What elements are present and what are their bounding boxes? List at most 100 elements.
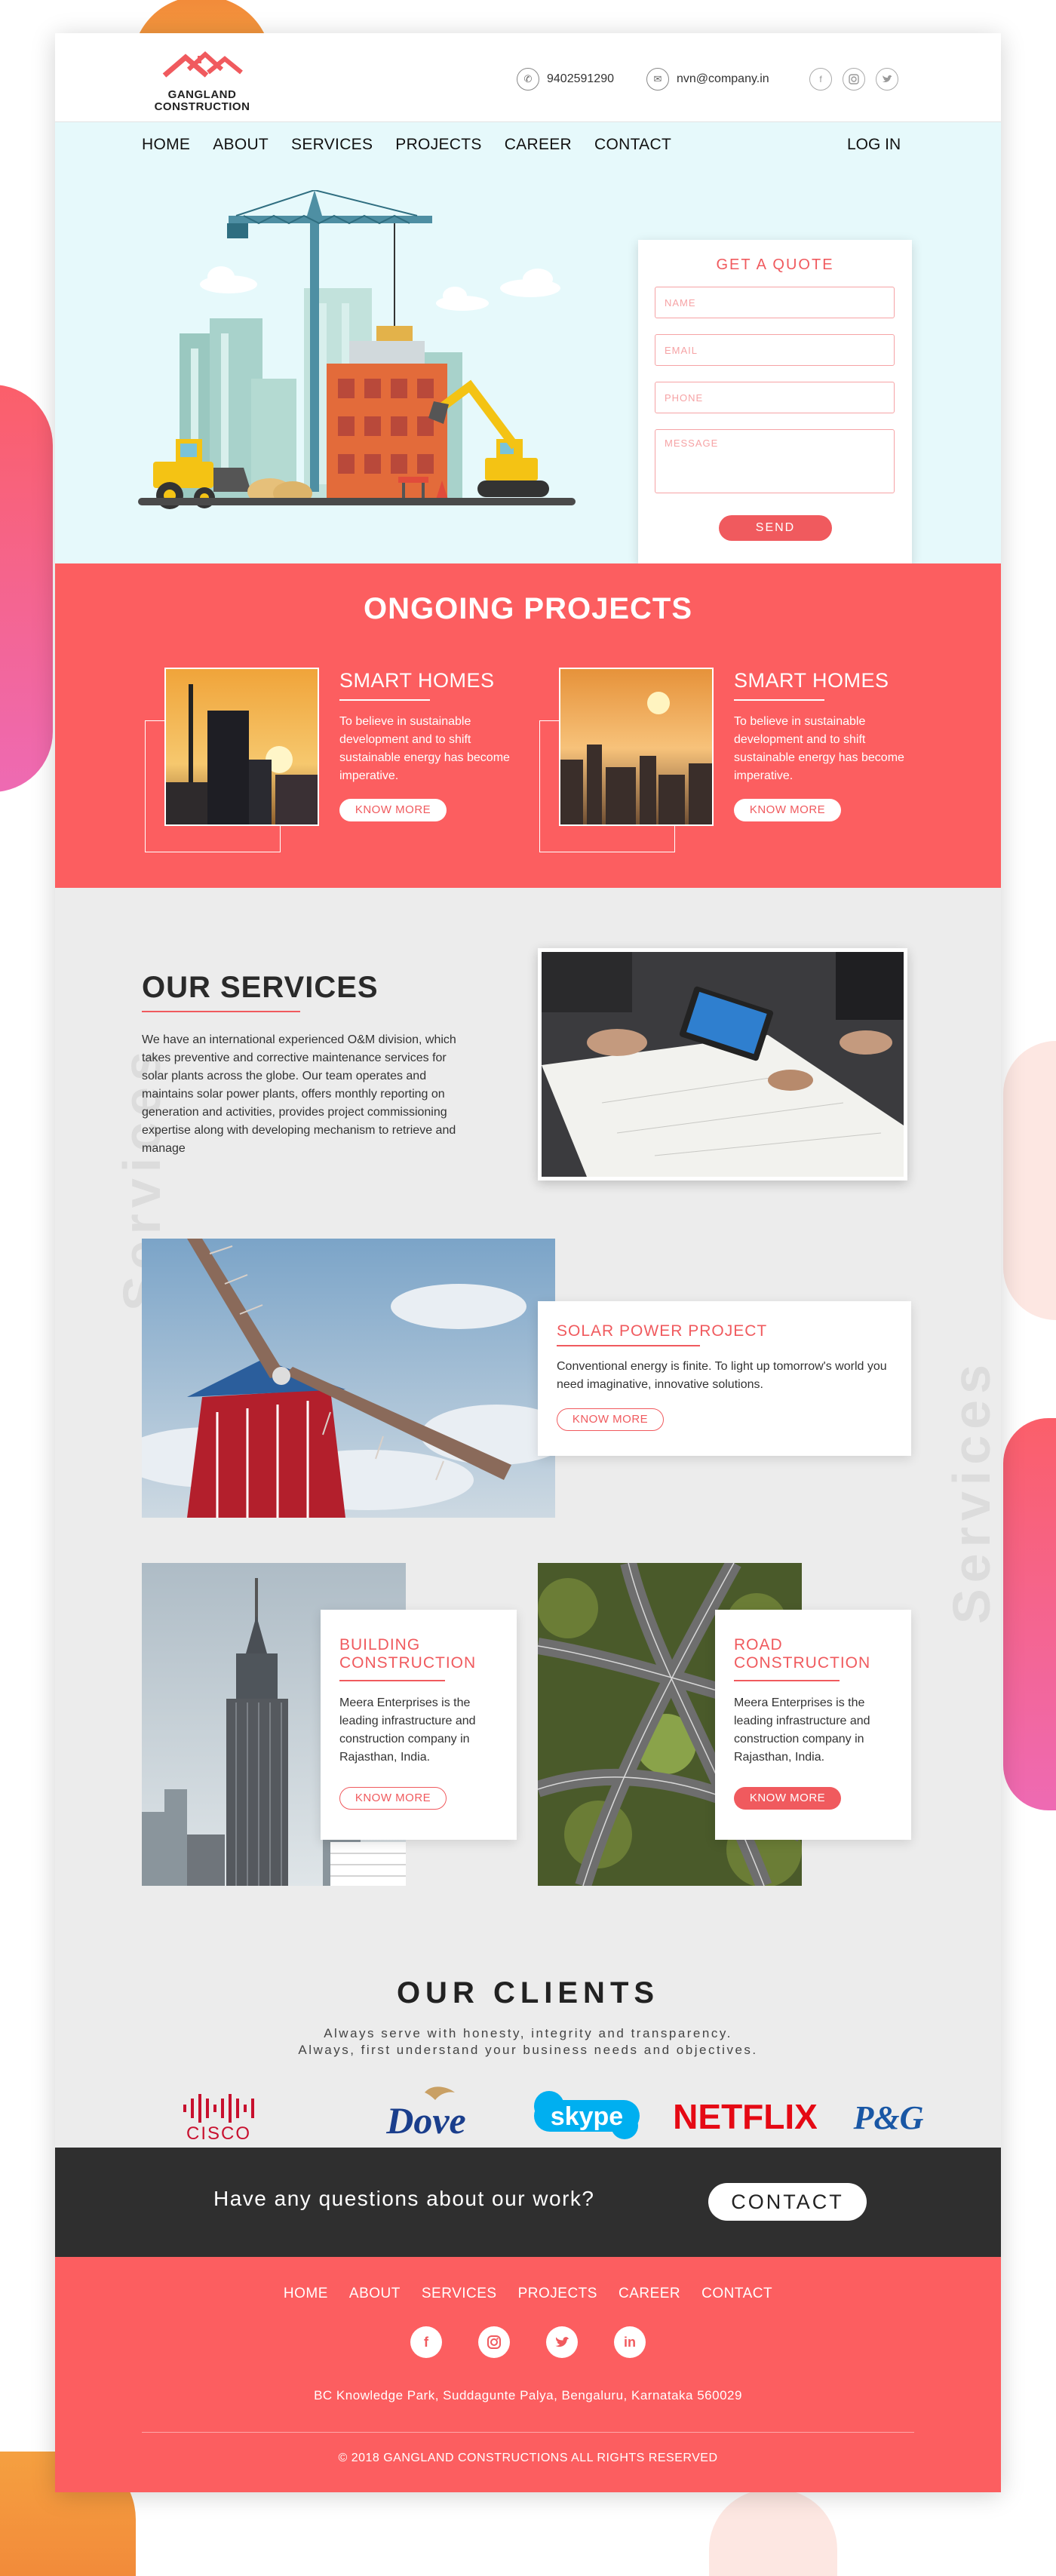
pg-logo: P&G — [851, 2083, 934, 2144]
title-underline — [734, 699, 824, 701]
know-more-button[interactable]: KNOW MORE — [734, 1787, 841, 1810]
contact-button[interactable]: CONTACT — [708, 2183, 867, 2221]
know-more-button[interactable]: KNOW MORE — [339, 799, 447, 821]
netflix-wordmark: NETFLIX — [674, 2097, 817, 2136]
brand-name-line: CONSTRUCTION — [154, 100, 250, 113]
facebook-icon[interactable]: f — [410, 2326, 442, 2358]
house-roof-icon — [162, 51, 243, 78]
title-underline — [557, 1345, 700, 1346]
netflix-logo: NETFLIX — [673, 2083, 818, 2144]
contact-cta-section: Have any questions about our work? CONTA… — [55, 2148, 1001, 2257]
mail-icon: ✉ — [646, 68, 669, 91]
title-underline — [142, 1011, 300, 1012]
skype-wordmark: skype — [551, 2102, 623, 2131]
card-title-line: CONSTRUCTION — [339, 1654, 477, 1672]
clients-subtitle-line: Always, first understand your business n… — [298, 2043, 758, 2057]
windmill-photo — [142, 1239, 555, 1518]
ongoing-projects-section: ONGOING PROJECTS SMART HOMES To believe … — [55, 563, 1001, 888]
website-mockup: GANGLAND CONSTRUCTION ✆ 9402591290 ✉ nvn… — [55, 33, 1001, 2492]
cta-question: Have any questions about our work? — [213, 2187, 595, 2210]
decor-shape — [1003, 1418, 1056, 1810]
card-title: BUILDING CONSTRUCTION — [339, 1636, 476, 1672]
solar-power-card: SOLAR POWER PROJECT Conventional energy … — [538, 1301, 911, 1456]
brand-name-line: GANGLAND — [167, 88, 237, 101]
name-field[interactable] — [655, 287, 895, 318]
project-photo — [164, 668, 319, 826]
email-field[interactable] — [655, 334, 895, 366]
quote-title: GET A QUOTE — [716, 256, 834, 273]
phone-field[interactable] — [655, 382, 895, 413]
linkedin-icon[interactable]: in — [614, 2326, 646, 2358]
login-link[interactable]: LOG IN — [847, 136, 901, 154]
decor-shape — [709, 2489, 837, 2576]
instagram-icon[interactable] — [478, 2326, 510, 2358]
nav-contact[interactable]: CONTACT — [594, 136, 671, 154]
footer-nav-career[interactable]: CAREER — [619, 2286, 680, 2302]
email-address: nvn@company.in — [677, 72, 769, 85]
quote-form: GET A QUOTE SEND — [638, 240, 912, 564]
know-more-button[interactable]: KNOW MORE — [339, 1787, 447, 1810]
facebook-icon[interactable]: f — [809, 68, 832, 91]
title-underline — [339, 1680, 445, 1681]
card-title: ROAD CONSTRUCTION — [734, 1636, 870, 1672]
project-description: To believe in sustainable development an… — [339, 715, 510, 782]
card-title-line: CONSTRUCTION — [734, 1654, 871, 1672]
instagram-icon[interactable] — [843, 68, 865, 91]
nav-career[interactable]: CAREER — [505, 136, 572, 154]
phone-contact[interactable]: ✆ 9402591290 — [517, 68, 614, 91]
footer-nav-projects[interactable]: PROJECTS — [518, 2286, 597, 2302]
send-button[interactable]: SEND — [719, 515, 832, 541]
clients-title: OUR CLIENTS — [396, 1976, 660, 2010]
nav-home[interactable]: HOME — [142, 136, 190, 154]
clients-subtitle: Always serve with honesty, integrity and… — [55, 2025, 1001, 2059]
title-underline — [734, 1680, 840, 1681]
header-social-links: f — [809, 68, 898, 91]
hero-section: HOME ABOUT SERVICES PROJECTS CAREER CONT… — [55, 122, 1001, 564]
section-title: ONGOING PROJECTS — [363, 592, 693, 625]
phone-icon: ✆ — [517, 68, 539, 91]
watermark-text: Services — [942, 1358, 1001, 1625]
card-description: Meera Enterprises is the leading infrast… — [734, 1696, 870, 1764]
message-field[interactable] — [655, 429, 895, 493]
construction-illustration — [138, 190, 576, 509]
project-description: To believe in sustainable development an… — [734, 715, 904, 782]
main-nav: HOME ABOUT SERVICES PROJECTS CAREER CONT… — [142, 136, 694, 154]
twitter-icon[interactable] — [876, 68, 898, 91]
top-bar: GANGLAND CONSTRUCTION ✆ 9402591290 ✉ nvn… — [55, 33, 1001, 122]
footer-nav-about[interactable]: ABOUT — [349, 2286, 401, 2302]
footer: HOME ABOUT SERVICES PROJECTS CAREER CONT… — [55, 2257, 1001, 2492]
project-photo — [559, 668, 714, 826]
nav-projects[interactable]: PROJECTS — [395, 136, 481, 154]
services-description: We have an international experienced O&M… — [142, 1033, 456, 1155]
footer-nav: HOME ABOUT SERVICES PROJECTS CAREER CONT… — [55, 2286, 1001, 2302]
footer-nav-home[interactable]: HOME — [284, 2286, 328, 2302]
know-more-button[interactable]: KNOW MORE — [557, 1408, 664, 1431]
card-title-line: ROAD — [734, 1636, 783, 1653]
client-logos: CISCO Dove skype NETFLIX P&G — [176, 2083, 930, 2144]
pg-wordmark: P&G — [853, 2099, 924, 2136]
clients-subtitle-line: Always serve with honesty, integrity and… — [324, 2026, 732, 2040]
services-title: OUR SERVICES — [142, 971, 379, 1004]
dove-wordmark: Dove — [385, 2099, 466, 2142]
brand-name: GANGLAND CONSTRUCTION — [142, 89, 262, 113]
nav-about[interactable]: ABOUT — [213, 136, 269, 154]
decor-shape — [0, 385, 53, 792]
copyright-text: © 2018 GANGLAND CONSTRUCTIONS ALL RIGHTS… — [338, 2452, 718, 2464]
footer-nav-services[interactable]: SERVICES — [422, 2286, 497, 2302]
decor-shape — [1003, 1041, 1056, 1320]
know-more-button[interactable]: KNOW MORE — [734, 799, 841, 821]
brand-logo[interactable]: GANGLAND CONSTRUCTION — [142, 50, 262, 113]
footer-nav-contact[interactable]: CONTACT — [701, 2286, 772, 2302]
road-construction-card: ROAD CONSTRUCTION Meera Enterprises is t… — [715, 1610, 911, 1840]
email-contact[interactable]: ✉ nvn@company.in — [646, 68, 769, 91]
card-description: Meera Enterprises is the leading infrast… — [339, 1696, 476, 1764]
title-underline — [339, 699, 430, 701]
twitter-icon[interactable] — [546, 2326, 578, 2358]
cisco-logo: CISCO — [176, 2083, 274, 2144]
footer-address: BC Knowledge Park, Suddagunte Palya, Ben… — [314, 2388, 742, 2403]
nav-services[interactable]: SERVICES — [291, 136, 373, 154]
card-description: Conventional energy is finite. To light … — [557, 1360, 887, 1391]
services-section: Services Services OUR SERVICES We have a… — [55, 888, 1001, 2148]
card-title: SOLAR POWER PROJECT — [557, 1322, 768, 1340]
cisco-wordmark: CISCO — [186, 2123, 251, 2144]
